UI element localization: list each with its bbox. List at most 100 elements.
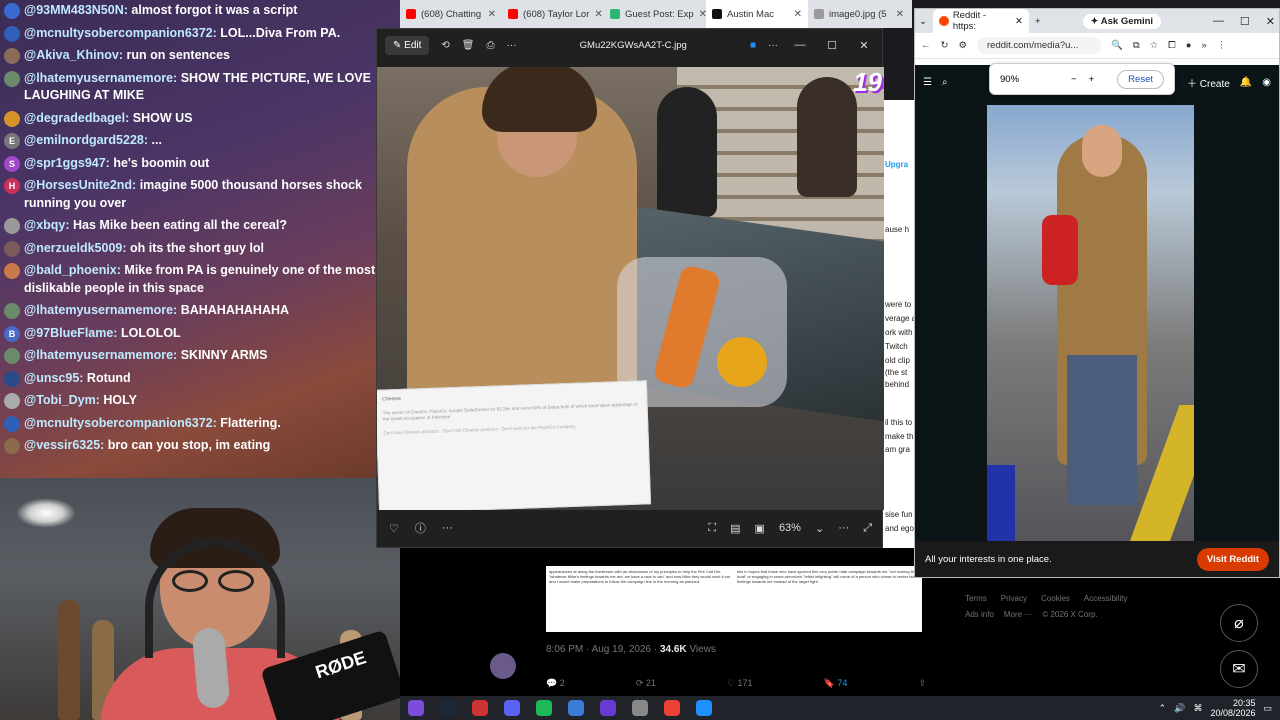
chat-username[interactable]: @xbqy: — [24, 218, 70, 232]
browser-tab[interactable]: image0.jpg (5 ✕ — [808, 0, 910, 28]
davinci-icon[interactable] — [472, 700, 488, 716]
like-button[interactable]: ♡ 171 — [727, 678, 753, 689]
chat-username[interactable]: @unsc95: — [24, 371, 83, 385]
chat-username[interactable]: @lhatemyusernamemore: — [24, 348, 177, 362]
avatar[interactable]: ◉ — [1262, 77, 1271, 88]
close-icon[interactable]: ✕ — [594, 9, 602, 20]
chat-username[interactable]: @spr1ggs947: — [24, 156, 110, 170]
extensions-icon[interactable]: ⧠ — [1168, 40, 1176, 51]
browser-tab[interactable]: Guest Post: Exp ✕ — [604, 0, 706, 28]
footer-link[interactable]: More ··· — [1004, 610, 1032, 619]
chevron-up-icon[interactable]: ⌃ — [1159, 703, 1167, 714]
tab-reddit[interactable]: Reddit - https: ✕ — [932, 9, 1029, 33]
post-image[interactable]: appearances at along the livestream with… — [546, 566, 734, 632]
paint-icon[interactable] — [696, 700, 712, 716]
footer-link[interactable]: Cookies — [1041, 594, 1070, 603]
chat-username[interactable]: @mcnultysobercompanion6372: — [24, 26, 217, 40]
address-input[interactable]: reddit.com/media?u... — [977, 37, 1101, 54]
profile-icon[interactable]: ● — [1186, 40, 1192, 51]
reload-icon[interactable]: ↻ — [941, 40, 949, 51]
avatar[interactable] — [490, 653, 516, 679]
share-icon[interactable]: ⇪ — [918, 678, 926, 689]
menu-icon[interactable]: ☰ — [923, 77, 932, 88]
repost-button[interactable]: ⟳ 21 — [636, 678, 656, 689]
chat-username[interactable]: @mcnultysobercompanion6372: — [24, 416, 217, 430]
close-icon[interactable]: ✕ — [1266, 15, 1275, 28]
reply-button[interactable]: 💬 2 — [546, 678, 565, 689]
chat-username[interactable]: @Tobi_Dym: — [24, 393, 100, 407]
close-icon[interactable]: ✕ — [1015, 16, 1023, 27]
edit-button[interactable]: ✎ Edit — [385, 35, 430, 55]
maximize-icon[interactable]: ☐ — [822, 39, 842, 52]
install-icon[interactable]: ⧉ — [1133, 40, 1140, 51]
compare-icon[interactable]: ▤ — [730, 522, 740, 535]
more-icon[interactable]: ··· — [442, 522, 453, 534]
post-timestamp[interactable]: 8:06 PM · Aug 19, 2026 · — [546, 644, 660, 655]
ask-gemini-button[interactable]: ✦ Ask Gemini — [1082, 13, 1162, 29]
browser-tab[interactable]: Austin Mac ✕ — [706, 0, 808, 28]
notifications-icon[interactable]: 🔔 — [1240, 77, 1252, 88]
chat-username[interactable]: @emilnordgard5228: — [24, 133, 148, 147]
rotate-icon[interactable]: ⟲ — [441, 40, 449, 51]
reddit-media-image[interactable] — [987, 105, 1194, 541]
maximize-icon[interactable]: ☐ — [1240, 15, 1250, 28]
close-icon[interactable]: ✕ — [488, 9, 496, 20]
chevron-down-icon[interactable]: ⌄ — [815, 522, 824, 535]
footer-link[interactable]: Terms — [965, 594, 987, 603]
zoom-level[interactable]: 63% — [779, 522, 801, 534]
site-info-icon[interactable]: ⚙ — [958, 40, 967, 51]
visit-reddit-button[interactable]: Visit Reddit — [1196, 547, 1269, 571]
menu-icon[interactable]: ⋮ — [1217, 40, 1227, 51]
fullscreen-icon[interactable]: ⤢ — [863, 522, 872, 535]
zoom-out-button[interactable]: − — [1071, 74, 1077, 85]
app2-icon[interactable] — [632, 700, 648, 716]
create-button[interactable]: ＋ Create — [1187, 75, 1230, 90]
obs-icon[interactable] — [600, 700, 616, 716]
chat-username[interactable]: @93MM483N50N: — [24, 3, 128, 17]
chat-username[interactable]: @vessir6325: — [24, 438, 104, 452]
discord-icon[interactable] — [504, 700, 520, 716]
fit-icon[interactable]: ▣ — [755, 522, 765, 535]
close-icon[interactable]: ✕ — [794, 9, 802, 20]
more-icon[interactable]: ··· — [838, 522, 849, 534]
print-icon[interactable]: ⎙ — [487, 40, 495, 51]
delete-icon[interactable]: 🗑 — [462, 40, 475, 51]
footer-link[interactable]: Accessibility — [1084, 594, 1128, 603]
browser-tab[interactable]: (608) Chatting ✕ — [400, 0, 502, 28]
spotify-icon[interactable] — [536, 700, 552, 716]
arc-icon[interactable] — [408, 700, 424, 716]
more-icon[interactable]: » — [1202, 40, 1207, 51]
chat-username[interactable]: @Akiva_Khinov: — [24, 48, 123, 62]
info-icon[interactable]: ⓘ — [415, 520, 426, 536]
crop-icon[interactable]: ⛶ — [708, 522, 716, 535]
more-options-icon[interactable]: ··· — [768, 40, 778, 51]
new-tab-icon[interactable]: + — [1035, 16, 1041, 27]
zoom-in-button[interactable]: + — [1089, 74, 1095, 85]
chat-username[interactable]: @97BlueFlame: — [24, 326, 117, 340]
browser-tab[interactable]: (608) Taylor Lor ✕ — [502, 0, 604, 28]
search-icon[interactable]: ⌕ — [942, 77, 948, 88]
bookmark-star-icon[interactable]: ☆ — [1150, 40, 1159, 51]
clock[interactable]: 20:35 20/08/2026 — [1210, 698, 1255, 718]
chrome-icon[interactable] — [664, 700, 680, 716]
footer-link[interactable]: © 2026 X Corp. — [1042, 610, 1097, 619]
notifications-icon[interactable]: ▭ — [1263, 703, 1272, 714]
tab-list-icon[interactable]: ⌄ — [919, 16, 927, 27]
footer-link[interactable]: Ads info — [965, 610, 994, 619]
chat-username[interactable]: @lhatemyusernamemore: — [24, 303, 177, 317]
close-icon[interactable]: ✕ — [896, 9, 904, 20]
chat-username[interactable]: @lhatemyusernamemore: — [24, 71, 177, 85]
chat-username[interactable]: @bald_phoenix: — [24, 263, 121, 277]
more-icon[interactable]: ··· — [507, 40, 517, 51]
minimize-icon[interactable]: — — [1213, 15, 1224, 28]
chat-username[interactable]: @nerzueldk5009: — [24, 241, 127, 255]
favorite-icon[interactable]: ♡ — [389, 522, 399, 535]
close-icon[interactable]: ✕ — [699, 9, 706, 20]
zoom-icon[interactable]: 🔍 — [1111, 40, 1123, 51]
volume-icon[interactable]: 🔊 — [1174, 703, 1185, 714]
back-icon[interactable]: ← — [921, 40, 931, 51]
minimize-icon[interactable]: — — [790, 39, 810, 51]
chat-username[interactable]: @HorsesUnite2nd: — [24, 178, 136, 192]
post-image[interactable]: this in hopes that those who have ignore… — [734, 566, 922, 632]
grok-icon[interactable]: ⌀ — [1220, 604, 1258, 642]
